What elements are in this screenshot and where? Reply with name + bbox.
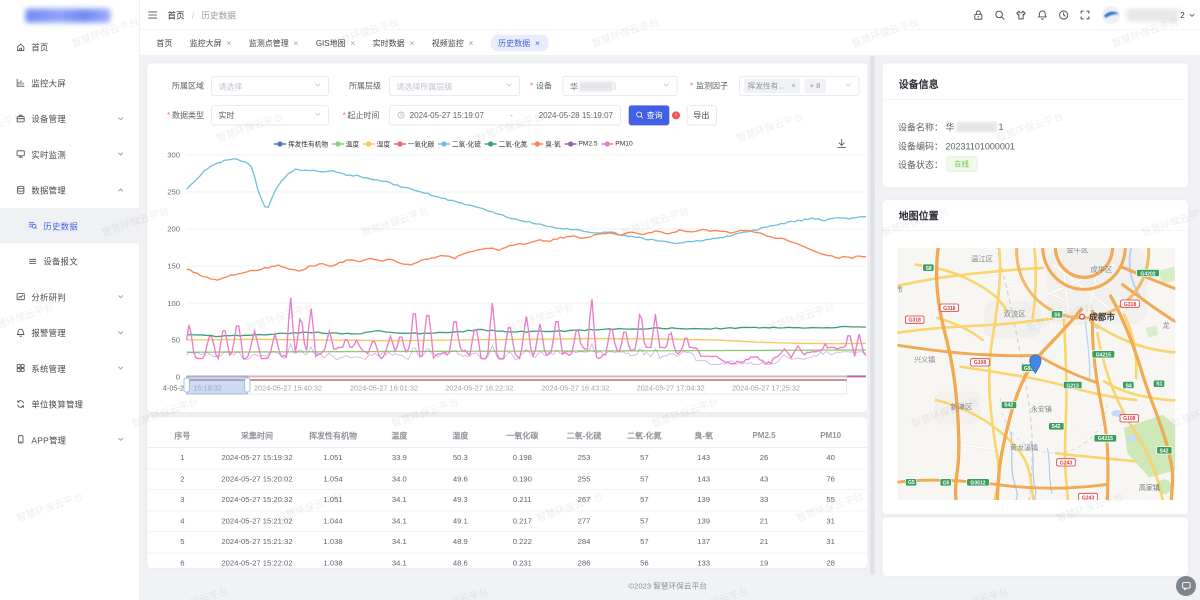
- svg-text:200: 200: [167, 224, 180, 233]
- svg-text:G108: G108: [1123, 416, 1136, 422]
- svg-text:G0512: G0512: [970, 481, 985, 487]
- svg-text:S8: S8: [925, 266, 931, 272]
- svg-text:S4: S4: [1125, 383, 1131, 389]
- svg-text:G213: G213: [1066, 383, 1079, 389]
- svg-text:150: 150: [167, 262, 180, 271]
- svg-text:新津区: 新津区: [950, 402, 972, 411]
- svg-text:龙: 龙: [1162, 321, 1170, 330]
- svg-text:永安镇: 永安镇: [1031, 404, 1052, 413]
- svg-text:G4215: G4215: [1097, 436, 1112, 442]
- svg-text:G243: G243: [1081, 495, 1094, 500]
- svg-text:G108: G108: [973, 360, 986, 366]
- svg-text:G243: G243: [1059, 461, 1072, 467]
- svg-text:S1: S1: [1156, 381, 1162, 387]
- svg-text:G5: G5: [942, 481, 949, 487]
- svg-text:S42: S42: [1004, 403, 1013, 409]
- svg-text:G318: G318: [1123, 302, 1136, 308]
- svg-text:G318: G318: [943, 306, 956, 312]
- svg-text:成都市: 成都市: [1089, 311, 1115, 322]
- svg-text:250: 250: [167, 188, 180, 197]
- svg-text:高家镇: 高家镇: [1139, 483, 1160, 492]
- svg-text:S42: S42: [1159, 449, 1168, 455]
- svg-text:G5: G5: [908, 480, 915, 486]
- svg-text:50: 50: [171, 336, 180, 345]
- svg-text:4-05-2: 4-05-2: [163, 384, 184, 393]
- svg-text:金牛区: 金牛区: [1066, 248, 1088, 255]
- svg-text:兴义镇: 兴义镇: [914, 355, 935, 364]
- svg-text:温江区: 温江区: [971, 254, 993, 263]
- svg-text:100: 100: [167, 299, 180, 308]
- svg-text:成华区: 成华区: [1090, 265, 1112, 274]
- svg-text:G4202: G4202: [1140, 271, 1155, 277]
- svg-text:G318: G318: [908, 317, 921, 323]
- svg-text:0: 0: [176, 372, 180, 381]
- svg-text:双流区: 双流区: [1003, 310, 1025, 319]
- svg-text:S42: S42: [1051, 424, 1060, 430]
- svg-text:S6: S6: [1054, 313, 1060, 319]
- svg-text:市: 市: [897, 285, 903, 294]
- svg-text:黄龙溪镇: 黄龙溪镇: [1010, 443, 1038, 452]
- svg-text:300: 300: [167, 150, 180, 159]
- svg-text:G4215: G4215: [1095, 353, 1110, 359]
